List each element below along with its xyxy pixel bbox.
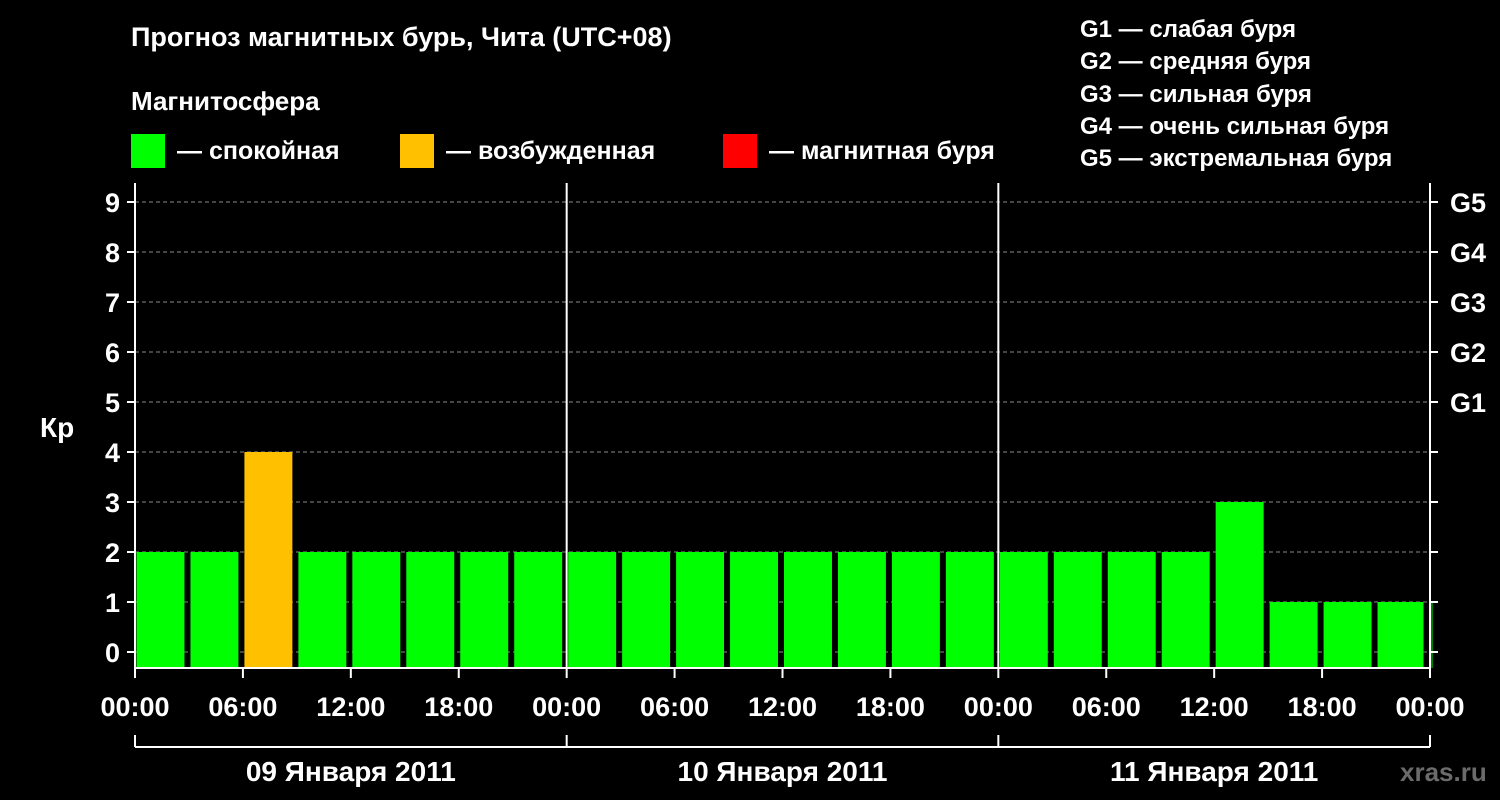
storm-axis-label: G1 [1450, 388, 1486, 418]
kp-bar [298, 552, 347, 668]
day-label: 10 Января 2011 [678, 756, 888, 787]
storm-axis-label: G2 [1450, 338, 1486, 368]
day-label: 09 Января 2011 [246, 756, 456, 787]
kp-bar [136, 552, 185, 668]
kp-bar [1107, 552, 1156, 668]
y-tick-label: 6 [105, 338, 120, 368]
kp-bar [1269, 602, 1318, 668]
kp-bar [1161, 552, 1210, 668]
storm-axis-label: G3 [1450, 288, 1486, 318]
storm-axis-label: G5 [1450, 188, 1486, 218]
kp-bar [352, 552, 401, 668]
kp-bar [945, 552, 994, 668]
x-tick-label: 06:00 [1072, 692, 1141, 722]
kp-bar [1323, 602, 1372, 668]
x-tick-label: 06:00 [640, 692, 709, 722]
kp-chart: 0 1 2 3 4 5 6 7 8 9 G1 G2 G3 G4 G5 00:00 06:00 12:00 18:00… [100, 183, 1486, 787]
y-tick-label: 7 [105, 288, 120, 318]
kp-bar [837, 552, 886, 668]
kp-bar [1377, 602, 1424, 668]
kp-bar [891, 552, 940, 668]
y-tick-label: 2 [105, 538, 120, 568]
y-tick-label: 4 [105, 438, 120, 468]
kp-bar [1215, 502, 1264, 668]
day-label: 11 Января 2011 [1110, 756, 1318, 787]
kp-bar [1431, 602, 1433, 668]
x-tick-label: 18:00 [1288, 692, 1357, 722]
x-tick-label: 00:00 [1395, 692, 1464, 722]
kp-bar [190, 552, 239, 668]
kp-bar [1053, 552, 1102, 668]
kp-bar [999, 552, 1048, 668]
y-tick-label: 3 [105, 488, 120, 518]
kp-bar [244, 452, 293, 668]
kp-bar [406, 552, 455, 668]
x-tick-label: 00:00 [532, 692, 601, 722]
kp-bar [568, 552, 617, 668]
x-tick-label: 18:00 [424, 692, 493, 722]
x-tick-label: 12:00 [1180, 692, 1249, 722]
kp-bar [460, 552, 509, 668]
kp-bar [784, 552, 832, 668]
y-tick-label: 1 [105, 588, 120, 618]
y-tick-label: 9 [105, 188, 120, 218]
kp-bar [514, 552, 563, 668]
x-tick-label: 00:00 [964, 692, 1033, 722]
x-tick-label: 00:00 [100, 692, 169, 722]
x-tick-label: 18:00 [856, 692, 925, 722]
y-tick-label: 5 [105, 388, 120, 418]
x-tick-label: 12:00 [748, 692, 817, 722]
y-tick-label: 8 [105, 238, 120, 268]
x-tick-label: 06:00 [208, 692, 277, 722]
storm-axis-label: G4 [1450, 238, 1486, 268]
x-tick-label: 12:00 [316, 692, 385, 722]
kp-bar [730, 552, 778, 668]
y-tick-label: 0 [105, 638, 120, 668]
kp-bar [622, 552, 671, 668]
kp-bar [676, 552, 725, 668]
